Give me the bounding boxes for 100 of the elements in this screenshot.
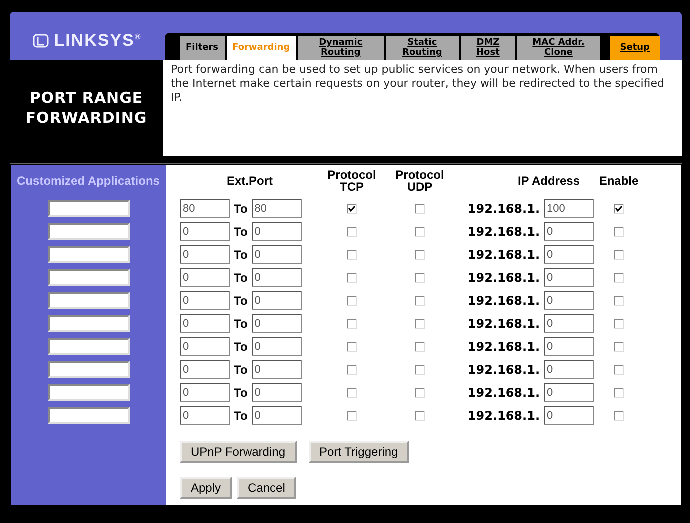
enable-checkbox[interactable] bbox=[614, 388, 624, 398]
enable-checkbox[interactable] bbox=[614, 318, 624, 328]
action-button[interactable]: Cancel bbox=[237, 477, 296, 499]
ip-field[interactable]: 0 bbox=[544, 337, 594, 356]
port-from-field[interactable]: 0 bbox=[180, 291, 230, 310]
udp-checkbox[interactable] bbox=[415, 318, 425, 328]
port-from-field[interactable]: 0 bbox=[180, 383, 230, 402]
column-header: Protocol TCP bbox=[326, 169, 378, 193]
port-to-field[interactable]: 0 bbox=[252, 360, 302, 379]
enable-checkbox[interactable] bbox=[614, 226, 624, 236]
enable-checkbox[interactable] bbox=[614, 204, 624, 214]
port-to-field[interactable]: 0 bbox=[252, 222, 302, 241]
nav-tab[interactable]: Filters bbox=[180, 36, 225, 60]
port-to-field[interactable]: 0 bbox=[252, 291, 302, 310]
logo-icon bbox=[33, 34, 50, 48]
to-label: To bbox=[234, 202, 248, 216]
ip-field[interactable]: 0 bbox=[544, 360, 594, 379]
port-from-field[interactable]: 0 bbox=[180, 314, 230, 333]
port-to-field[interactable]: 0 bbox=[252, 268, 302, 287]
to-label: To bbox=[234, 408, 248, 422]
ip-field[interactable]: 0 bbox=[544, 268, 594, 287]
column-header: Enable bbox=[598, 175, 640, 187]
port-from-field[interactable]: 0 bbox=[180, 337, 230, 356]
to-label: To bbox=[234, 224, 248, 238]
enable-checkbox[interactable] bbox=[614, 364, 624, 374]
ip-prefix: 192.168.1. bbox=[468, 202, 540, 216]
enable-checkbox[interactable] bbox=[614, 296, 624, 306]
port-from-field[interactable]: 80 bbox=[180, 199, 230, 218]
tcp-checkbox[interactable] bbox=[347, 296, 357, 306]
ip-prefix: 192.168.1. bbox=[468, 248, 540, 262]
udp-checkbox[interactable] bbox=[415, 204, 425, 214]
application-name-field[interactable] bbox=[48, 223, 130, 240]
to-label: To bbox=[234, 270, 248, 284]
udp-checkbox[interactable] bbox=[415, 388, 425, 398]
nav-tab[interactable]: DMZ Host bbox=[461, 36, 516, 60]
column-header: Protocol UDP bbox=[394, 169, 446, 193]
enable-checkbox[interactable] bbox=[614, 250, 624, 260]
application-name-field[interactable] bbox=[48, 361, 130, 378]
nav-tab[interactable]: Static Routing bbox=[386, 36, 460, 60]
ip-prefix: 192.168.1. bbox=[468, 224, 540, 238]
application-name-field[interactable] bbox=[48, 292, 130, 309]
description-text: Port forwarding can be used to set up public services on your network. When users from the Internet make certain requests on your router, they will be redirected to the specified IP. bbox=[163, 60, 682, 156]
udp-checkbox[interactable] bbox=[415, 250, 425, 260]
port-from-field[interactable]: 0 bbox=[180, 360, 230, 379]
ip-field[interactable]: 0 bbox=[544, 291, 594, 310]
tcp-checkbox[interactable] bbox=[347, 318, 357, 328]
ip-prefix: 192.168.1. bbox=[468, 408, 540, 422]
udp-checkbox[interactable] bbox=[415, 226, 425, 236]
port-to-field[interactable]: 80 bbox=[252, 199, 302, 218]
application-name-field[interactable] bbox=[48, 246, 130, 263]
ip-field[interactable]: 0 bbox=[544, 245, 594, 264]
application-name-field[interactable] bbox=[48, 407, 130, 424]
application-name-field[interactable] bbox=[48, 338, 130, 355]
tcp-checkbox[interactable] bbox=[347, 364, 357, 374]
port-to-field[interactable]: 0 bbox=[252, 245, 302, 264]
enable-checkbox[interactable] bbox=[614, 410, 624, 420]
port-from-field[interactable]: 0 bbox=[180, 268, 230, 287]
application-name-field[interactable] bbox=[48, 200, 130, 217]
ip-field[interactable]: 0 bbox=[544, 406, 594, 425]
ip-field[interactable]: 0 bbox=[544, 383, 594, 402]
ip-field[interactable]: 0 bbox=[544, 314, 594, 333]
udp-checkbox[interactable] bbox=[415, 342, 425, 352]
nav-tab[interactable]: Dynamic Routing bbox=[298, 36, 384, 60]
application-name-field[interactable] bbox=[48, 384, 130, 401]
udp-checkbox[interactable] bbox=[415, 272, 425, 282]
to-label: To bbox=[234, 362, 248, 376]
nav-button[interactable]: Port Triggering bbox=[308, 441, 410, 463]
nav-button[interactable]: UPnP Forwarding bbox=[180, 441, 296, 463]
udp-checkbox[interactable] bbox=[415, 364, 425, 374]
action-button[interactable]: Apply bbox=[180, 477, 232, 499]
tcp-checkbox[interactable] bbox=[347, 388, 357, 398]
port-to-field[interactable]: 0 bbox=[252, 337, 302, 356]
to-label: To bbox=[234, 386, 248, 400]
logo-text: LINKSYS$^{®}$ bbox=[54, 31, 142, 51]
column-header: Ext.Port bbox=[226, 175, 274, 187]
port-to-field[interactable]: 0 bbox=[252, 406, 302, 425]
ip-field[interactable]: 100 bbox=[544, 199, 594, 218]
application-name-field[interactable] bbox=[48, 315, 130, 332]
nav-tab[interactable]: Setup bbox=[610, 36, 660, 60]
port-from-field[interactable]: 0 bbox=[180, 245, 230, 264]
udp-checkbox[interactable] bbox=[415, 296, 425, 306]
column-header: IP Address bbox=[516, 175, 581, 187]
port-from-field[interactable]: 0 bbox=[180, 406, 230, 425]
tcp-checkbox[interactable] bbox=[347, 342, 357, 352]
tcp-checkbox[interactable] bbox=[347, 204, 357, 214]
port-to-field[interactable]: 0 bbox=[252, 314, 302, 333]
ip-field[interactable]: 0 bbox=[544, 222, 594, 241]
application-name-field[interactable] bbox=[48, 269, 130, 286]
tcp-checkbox[interactable] bbox=[347, 410, 357, 420]
port-from-field[interactable]: 0 bbox=[180, 222, 230, 241]
enable-checkbox[interactable] bbox=[614, 272, 624, 282]
enable-checkbox[interactable] bbox=[614, 342, 624, 352]
nav-tab[interactable]: MAC Addr. Clone bbox=[517, 36, 600, 60]
ip-prefix: 192.168.1. bbox=[468, 362, 540, 376]
tcp-checkbox[interactable] bbox=[347, 250, 357, 260]
port-to-field[interactable]: 0 bbox=[252, 383, 302, 402]
tcp-checkbox[interactable] bbox=[347, 226, 357, 236]
tcp-checkbox[interactable] bbox=[347, 272, 357, 282]
to-label: To bbox=[234, 294, 248, 308]
udp-checkbox[interactable] bbox=[415, 410, 425, 420]
